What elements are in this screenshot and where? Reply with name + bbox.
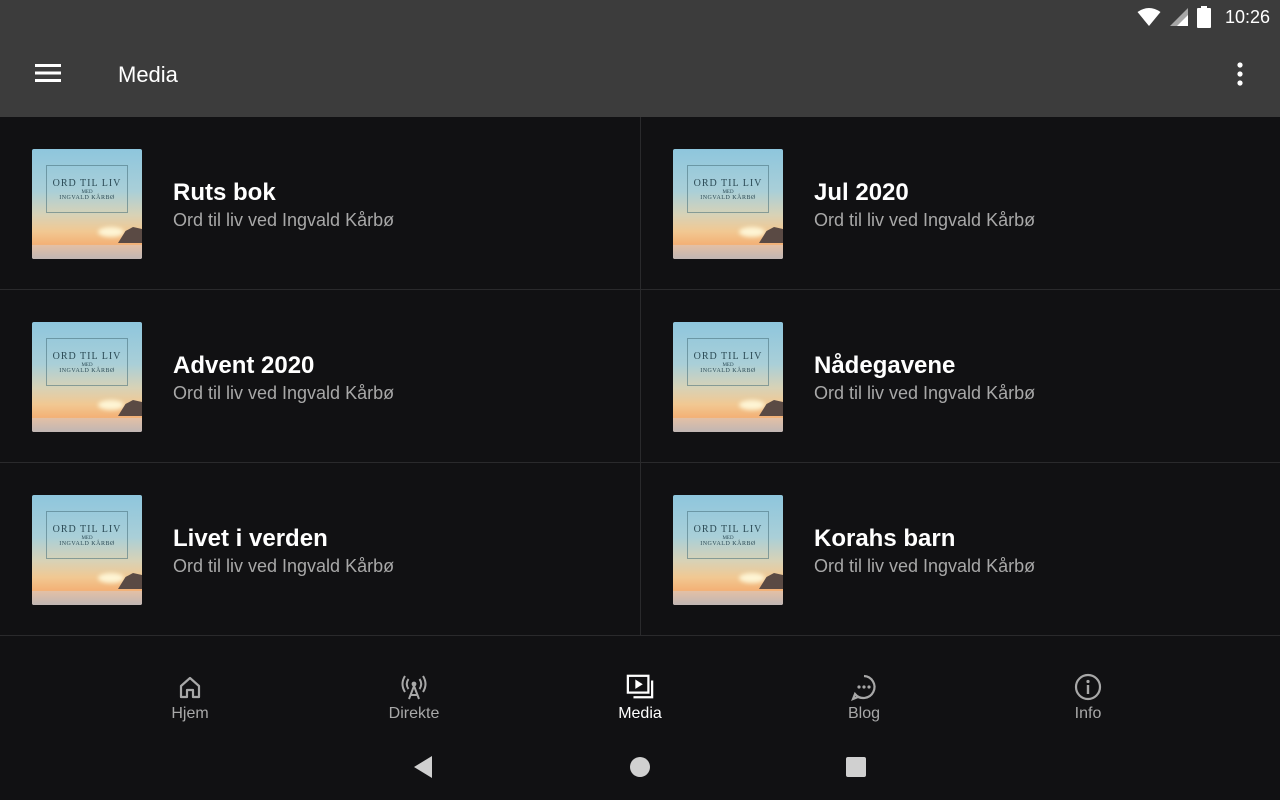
cover-title: ORD TIL LIV — [693, 350, 763, 362]
cover-title: ORD TIL LIV — [693, 177, 763, 189]
media-card[interactable]: ORD TIL LIV MED INGVALD KÅRBØ Jul 2020 Ord… — [640, 117, 1280, 290]
cover-author: INGVALD KÅRBØ — [59, 194, 115, 201]
info-icon — [1074, 673, 1102, 701]
media-subtitle: Ord til liv ved Ingvald Kårbø — [814, 210, 1036, 230]
system-navigation-bar — [0, 737, 1280, 800]
media-card[interactable]: ORD TIL LIV MED INGVALD KÅRBØ Advent 2020 … — [0, 290, 640, 463]
back-icon — [412, 755, 434, 784]
nav-tab-hjem[interactable]: Hjem — [130, 673, 250, 729]
nav-tab-info[interactable]: Info — [1028, 673, 1148, 729]
album-cover-image: ORD TIL LIV MED INGVALD KÅRBØ — [32, 322, 142, 432]
chat-bubble-icon — [850, 673, 878, 701]
nav-tab-media[interactable]: Media — [580, 673, 700, 729]
media-title: Advent 2020 — [173, 352, 315, 379]
grid-divider — [640, 117, 641, 636]
media-card[interactable]: ORD TIL LIV MED INGVALD KÅRBØ Nådegavene O… — [640, 290, 1280, 463]
album-cover-image: ORD TIL LIV MED INGVALD KÅRBØ — [673, 495, 783, 605]
media-subtitle: Ord til liv ved Ingvald Kårbø — [173, 383, 395, 403]
status-bar: 10:26 — [0, 0, 1280, 34]
recents-button[interactable] — [844, 756, 868, 783]
media-subtitle: Ord til liv ved Ingvald Kårbø — [173, 556, 395, 576]
nav-tab-direkte[interactable]: Direkte — [354, 673, 474, 729]
cover-author: INGVALD KÅRBØ — [700, 540, 756, 547]
home-circle-icon — [629, 756, 651, 783]
clock: 10:26 — [1224, 6, 1270, 27]
home-button[interactable] — [628, 756, 652, 783]
home-icon — [176, 673, 204, 701]
hamburger-menu-button[interactable] — [0, 34, 96, 117]
bottom-navigation: Hjem Direkte Media Blog Info — [0, 637, 1280, 737]
nav-label: Direkte — [388, 705, 440, 722]
media-subtitle: Ord til liv ved Ingvald Kårbø — [814, 383, 1036, 403]
video-library-icon — [626, 673, 654, 701]
media-title: Korahs barn — [814, 525, 956, 552]
media-card[interactable]: ORD TIL LIV MED INGVALD KÅRBØ Korahs barn … — [640, 463, 1280, 636]
media-card[interactable]: ORD TIL LIV MED INGVALD KÅRBØ Livet i verd… — [0, 463, 640, 636]
nav-label: Hjem — [171, 705, 209, 722]
album-cover-image: ORD TIL LIV MED INGVALD KÅRBØ — [673, 149, 783, 259]
media-title: Nådegavene — [814, 352, 956, 379]
album-cover-image: ORD TIL LIV MED INGVALD KÅRBØ — [673, 322, 783, 432]
media-title: Ruts bok — [173, 179, 276, 206]
media-card[interactable]: ORD TIL LIV MED INGVALD KÅRBØ Ruts bok Ord… — [0, 117, 640, 290]
broadcast-icon — [400, 673, 428, 701]
cover-author: INGVALD KÅRBØ — [700, 194, 756, 201]
signal-icon — [1169, 7, 1189, 27]
cover-author: INGVALD KÅRBØ — [59, 367, 115, 374]
nav-label: Blog — [847, 705, 881, 722]
media-title: Jul 2020 — [814, 179, 909, 206]
cover-title: ORD TIL LIV — [52, 350, 122, 362]
album-cover-image: ORD TIL LIV MED INGVALD KÅRBØ — [32, 149, 142, 259]
wifi-icon — [1137, 7, 1161, 27]
app-bar: Media — [0, 34, 1280, 117]
battery-icon — [1196, 6, 1211, 28]
page-title: Media — [118, 62, 178, 87]
media-subtitle: Ord til liv ved Ingvald Kårbø — [814, 556, 1036, 576]
cover-title: ORD TIL LIV — [52, 177, 122, 189]
nav-label: Info — [1074, 705, 1102, 722]
nav-label: Media — [618, 705, 662, 722]
hamburger-menu-icon — [35, 63, 61, 88]
media-title: Livet i verden — [173, 525, 328, 552]
cover-title: ORD TIL LIV — [693, 523, 763, 535]
media-subtitle: Ord til liv ved Ingvald Kårbø — [173, 210, 395, 230]
cover-author: INGVALD KÅRBØ — [700, 367, 756, 374]
back-button[interactable] — [411, 755, 435, 784]
cover-author: INGVALD KÅRBØ — [59, 540, 115, 547]
recents-icon — [845, 756, 867, 783]
more-vert-icon — [1237, 61, 1243, 91]
album-cover-image: ORD TIL LIV MED INGVALD KÅRBØ — [32, 495, 142, 605]
nav-tab-blog[interactable]: Blog — [804, 673, 924, 729]
cover-title: ORD TIL LIV — [52, 523, 122, 535]
overflow-menu-button[interactable] — [1224, 61, 1256, 91]
